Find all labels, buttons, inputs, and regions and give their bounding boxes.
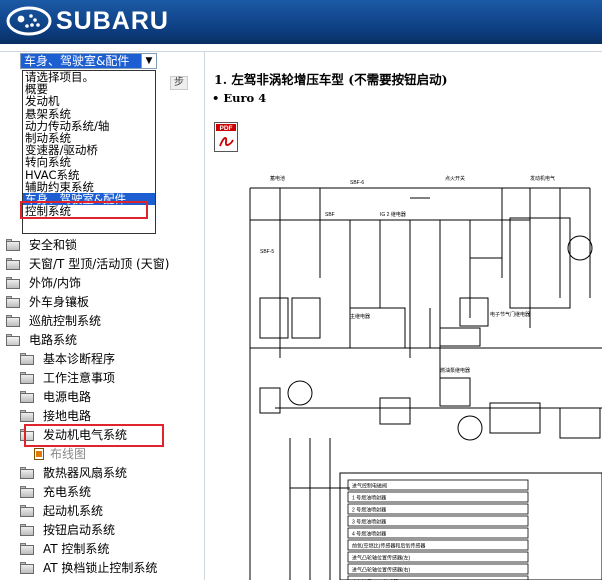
svg-text:主继电器: 主继电器 [350,313,370,320]
folder-open-icon [6,334,20,346]
tree-item-label: 电源电路 [43,390,92,404]
tree-item-label: 布线图 [50,447,87,461]
folder-icon [20,353,34,365]
svg-text:SBF-6: SBF-6 [350,180,364,186]
page-subtitle: • Euro 4 [212,91,267,105]
ecm-row-label: 进气凸轮轴位置传感器(左) [352,555,411,562]
tree-item[interactable]: 充电系统 [0,483,205,502]
dropdown-option[interactable]: 发动机 [23,95,155,107]
category-select[interactable]: 车身、驾驶室&配件 [20,53,157,69]
subaru-stars-logo [6,6,52,36]
tree-item-label: AT 控制系统 [43,542,110,556]
tree-item-label: AT 换档锁止控制系统 [43,561,158,575]
tree-item-label: 外车身镶板 [29,295,90,309]
wiring-diagram: 蓄电池 SBF-6 SBF-5 SBF IG 2 继电器 点火开关 发动机电气 … [249,175,602,580]
tree-selection-highlight [24,424,164,447]
folder-icon [6,239,20,251]
svg-text:IG 2 继电器: IG 2 继电器 [380,211,406,218]
svg-text:电子节气门继电器: 电子节气门继电器 [490,311,530,318]
tree-item[interactable]: 天窗/T 型顶/活动顶 (天窗) [0,255,205,274]
ecm-row-label: 进气控制电磁阀 [352,483,387,490]
tree-item[interactable]: 散热器风扇系统 [0,464,205,483]
ecm-row-label: 4 号燃油喷射器 [352,531,386,538]
tree-item[interactable]: AT 控制系统 [0,540,205,559]
folder-icon [6,258,20,270]
tree-item-label: 天窗/T 型顶/活动顶 (天窗) [29,257,170,271]
pdf-icon[interactable]: PDF [214,122,238,152]
tree-item[interactable]: 电源电路 [0,388,205,407]
tree-item-label: 充电系统 [43,485,92,499]
folder-icon [20,562,34,574]
tree-item[interactable]: 基本诊断程序 [0,350,205,369]
app-header: SUBARU [0,0,602,44]
chevron-down-icon[interactable]: ▼ [141,54,156,68]
svg-text:燃油泵继电器: 燃油泵继电器 [440,367,470,374]
step-tab[interactable]: 步 [170,76,188,90]
tree-item[interactable]: 起动机系统 [0,502,205,521]
dropdown-option[interactable]: 悬架系统 [23,107,155,119]
folder-icon [20,391,34,403]
ecm-row-label: 前氧(空燃比)传感器和后氧传感器 [352,543,425,550]
ecm-row-label: 1 号燃油喷射器 [352,495,386,502]
folder-icon [20,410,34,422]
pdf-label: PDF [220,125,233,132]
folder-icon [20,543,34,555]
tree-item[interactable]: 电路系统 [0,331,205,350]
dropdown-selection-highlight [20,201,148,219]
document-icon [34,448,44,460]
folder-icon [6,296,20,308]
folder-icon [6,277,20,289]
brand-name: SUBARU [56,7,169,35]
tree-item[interactable]: 巡航控制系统 [0,312,205,331]
tree-item[interactable]: 按钮启动系统 [0,521,205,540]
content-pane: 1. 左驾非涡轮增压车型 (不需要按钮启动) • Euro 4 PDF 蓄电池 … [206,52,602,580]
svg-text:SBF-5: SBF-5 [260,249,274,255]
ecm-row-label: 3 号燃油喷射器 [352,519,386,526]
folder-icon [6,315,20,327]
tree-item-label: 巡航控制系统 [29,314,102,328]
folder-icon [20,372,34,384]
ecm-row-label: 进气凸轮轴位置传感器(右) [352,567,411,574]
folder-icon [20,486,34,498]
tree-item-label: 安全和锁 [29,238,78,252]
svg-text:点火开关: 点火开关 [445,175,465,182]
svg-text:发动机电气: 发动机电气 [530,175,555,182]
toolbar-strip [0,44,602,52]
folder-icon [20,467,34,479]
tree-item-label: 按钮启动系统 [43,523,116,537]
tree-item-label: 起动机系统 [43,504,104,518]
folder-icon [20,524,34,536]
tree-item-label: 电路系统 [29,333,78,347]
tree-item[interactable]: 外饰/内饰 [0,274,205,293]
svg-text:SBF: SBF [325,212,335,218]
tree-item[interactable]: 外车身镶板 [0,293,205,312]
tree-item[interactable]: AT 换档锁止控制系统 [0,559,205,578]
ecm-row-label: 2 号燃油喷射器 [352,507,386,514]
page-title: 1. 左驾非涡轮增压车型 (不需要按钮启动) [214,72,448,87]
dropdown-option[interactable]: HVAC系统 [23,168,155,180]
folder-icon [20,505,34,517]
dropdown-option[interactable]: 转向系统 [23,156,155,168]
svg-text:蓄电池: 蓄电池 [270,175,285,182]
tree-item-label: 散热器风扇系统 [43,466,128,480]
tree-item-label: 工作注意事项 [43,371,116,385]
tree-item[interactable]: 布线图 [0,445,205,464]
tree-item[interactable]: 安全和锁 [0,236,205,255]
tree-item-label: 外饰/内饰 [29,276,82,290]
tree-item-label: 基本诊断程序 [43,352,116,366]
tree-item[interactable]: 工作注意事项 [0,369,205,388]
